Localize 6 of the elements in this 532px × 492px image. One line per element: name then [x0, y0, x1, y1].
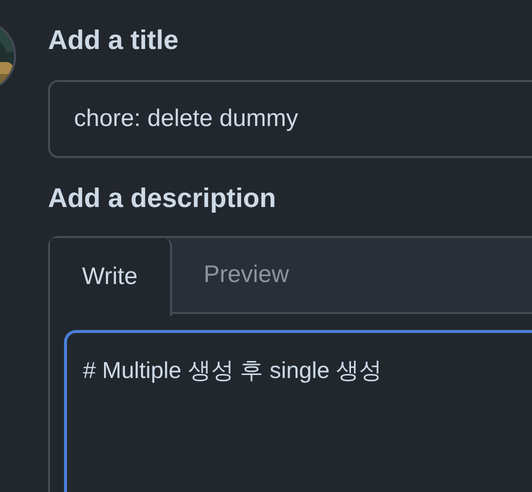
tab[interactable]: Write	[50, 238, 172, 316]
title-field[interactable]: chore: delete dummy	[48, 80, 532, 158]
tab[interactable]: Preview	[172, 238, 321, 314]
description-field[interactable]: # Multiple 생성 후 single 생성	[64, 330, 532, 492]
section-heading: Add a title	[48, 24, 180, 56]
section-heading: Add a description	[48, 182, 278, 214]
